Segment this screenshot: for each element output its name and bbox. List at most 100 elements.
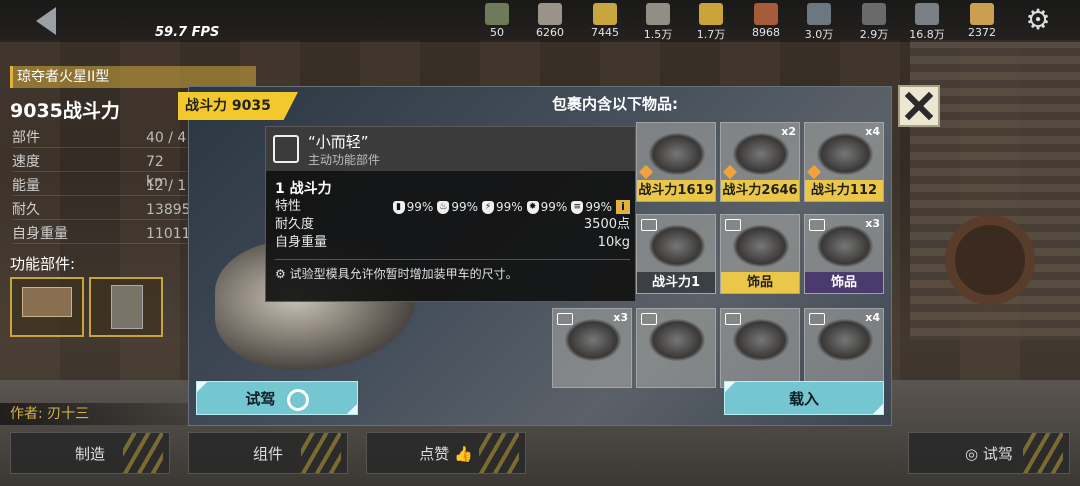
stat-label: 部件 <box>12 130 40 146</box>
tooltip-header: “小而轻” 主动功能部件 <box>266 127 635 171</box>
trait-value: 99% <box>540 200 568 214</box>
item-count: x3 <box>613 311 628 324</box>
load-button[interactable]: 载入 <box>724 381 884 415</box>
tooltip-item-name: “小而轻” <box>308 133 369 151</box>
trait-value: 99% <box>585 200 612 214</box>
parts-button[interactable]: 组件 <box>188 432 348 474</box>
trait-value: 99% <box>495 200 523 214</box>
stat-row: 耐久 13895 <box>12 200 191 220</box>
device-part-icon <box>111 285 143 329</box>
function-part-slot[interactable] <box>10 277 84 337</box>
item-art <box>733 225 789 267</box>
item-label: 战斗力2646 <box>721 180 799 201</box>
fuel-canister-icon <box>646 3 670 25</box>
resource-value: 1.7万 <box>696 28 726 41</box>
cable-reel <box>945 215 1035 305</box>
lightning-icon: ⚡ <box>481 200 494 214</box>
package-item[interactable]: x2 战斗力2646 <box>720 122 800 202</box>
package-item[interactable]: 战斗力1619 <box>636 122 716 202</box>
package-item[interactable] <box>720 308 800 388</box>
part-type-icon <box>557 313 573 325</box>
trait: ≡ 99% <box>571 198 612 216</box>
resource-counter: 50 <box>474 3 520 39</box>
resource-counter: 8968 <box>743 3 789 39</box>
item-label: 饰品 <box>721 272 799 293</box>
item-art <box>565 319 621 361</box>
back-button[interactable] <box>30 4 64 38</box>
module-part-icon <box>22 287 72 317</box>
electronics-icon <box>915 3 939 25</box>
battery-icon <box>593 3 617 25</box>
item-art <box>649 133 705 175</box>
rifle-icon <box>485 3 509 25</box>
steering-wheel-icon <box>286 388 309 411</box>
testdrive-button-label: 试驾 <box>245 390 276 408</box>
stat-label: 速度 <box>12 154 40 170</box>
modal-power-tag: 战斗力 9035 <box>178 92 298 120</box>
top-bar: 59.7 FPS 50 6260 7445 1.5万 1.7万 8968 3.0万 2.9万 1… <box>0 0 1080 42</box>
weight-value: 10kg <box>597 235 630 250</box>
stat-label: 自身重量 <box>12 226 68 242</box>
resource-counter: 1.7万 <box>688 3 734 42</box>
resource-value: 2372 <box>968 26 996 39</box>
resource-counter: 1.5万 <box>635 3 681 42</box>
resource-value: 3.0万 <box>804 28 834 41</box>
tooltip-description: ⚙ 试验型模具允许你暂时增加装甲车的尺寸。 <box>275 259 630 282</box>
item-art <box>817 133 873 175</box>
craft-button[interactable]: 制造 <box>10 432 170 474</box>
shield-icon: ▮ <box>392 200 405 214</box>
trait: ✸ 99% <box>526 198 568 216</box>
item-art <box>817 319 873 361</box>
steering-wheel-icon: ◎ <box>965 445 979 463</box>
item-label: 饰品 <box>805 272 883 293</box>
package-item[interactable]: 战斗力1 <box>636 214 716 294</box>
trait: ♨ 99% <box>437 198 478 216</box>
stat-value: 11011 <box>146 226 191 242</box>
armor-icon: ≡ <box>571 200 584 214</box>
resource-counter: 3.0万 <box>796 3 842 42</box>
item-count: x3 <box>865 217 880 230</box>
part-type-icon <box>725 219 741 231</box>
stat-label: 耐久 <box>12 202 40 218</box>
spool-icon <box>699 3 723 25</box>
description-text: 试验型模具允许你暂时增加装甲车的尺寸。 <box>289 267 518 281</box>
copper-bar-icon <box>754 3 778 25</box>
resource-counter: 2.9万 <box>851 3 897 42</box>
testdrive-bottom-button[interactable]: ◎ 试驾 <box>908 432 1070 474</box>
item-count: x4 <box>865 125 880 138</box>
weight-row: 自身重量 10kg <box>275 234 630 252</box>
explosion-icon: ✸ <box>526 200 539 214</box>
part-type-icon <box>809 313 825 325</box>
resource-counter: 6260 <box>527 3 573 39</box>
stat-label: 能量 <box>12 178 40 194</box>
package-item[interactable] <box>636 308 716 388</box>
item-art <box>649 225 705 267</box>
function-parts-title: 功能部件: <box>10 255 76 273</box>
vehicle-power: 9035战斗力 <box>10 100 120 122</box>
trait-value: 99% <box>406 200 434 214</box>
stat-row: 自身重量 11011 <box>12 224 191 244</box>
package-item[interactable]: x3 <box>552 308 632 388</box>
durability-row: 耐久度 3500点 <box>275 216 630 234</box>
function-part-slot[interactable] <box>89 277 163 337</box>
parts-label: 组件 <box>252 445 283 463</box>
traits-label: 特性 <box>275 199 302 214</box>
settings-gear-icon[interactable]: ⚙ <box>1022 4 1054 36</box>
package-item[interactable]: 饰品 <box>720 214 800 294</box>
traits-row: 特性 ▮ 99% ♨ 99% ⚡ 99% ✸ 99% ≡ 99% i <box>275 198 630 216</box>
info-icon[interactable]: i <box>616 200 630 214</box>
part-type-icon <box>641 219 657 231</box>
package-title: 包裹内含以下物品: <box>552 95 678 113</box>
testdrive-label: 试驾 <box>982 445 1013 463</box>
like-button[interactable]: 点赞 👍 <box>366 432 526 474</box>
tooltip-power: 1 战斗力 <box>275 181 332 197</box>
module-icon <box>273 135 299 163</box>
testdrive-button[interactable]: 试驾 <box>196 381 358 415</box>
package-item[interactable]: x3 饰品 <box>804 214 884 294</box>
close-button[interactable] <box>898 85 940 127</box>
resource-counter: 2372 <box>959 3 1005 39</box>
fps-counter: 59.7 FPS <box>155 25 220 40</box>
load-button-label: 载入 <box>788 390 819 408</box>
package-item[interactable]: x4 战斗力112 <box>804 122 884 202</box>
package-item[interactable]: x4 <box>804 308 884 388</box>
